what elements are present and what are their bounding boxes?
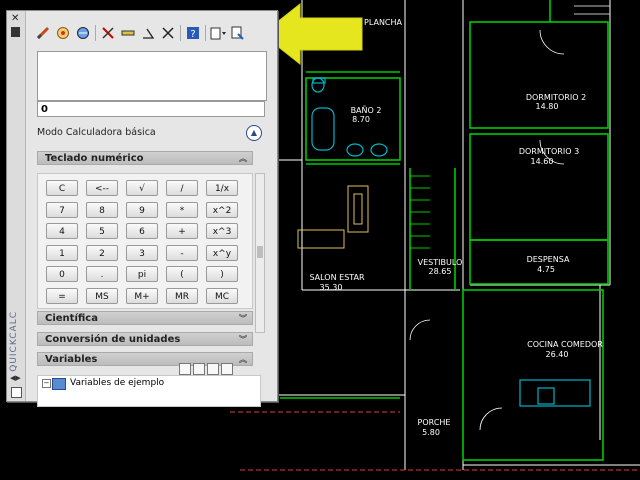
key-button[interactable]: + xyxy=(166,223,198,239)
palette-title-strip[interactable]: ✕ QUICKCALC ◀▶ xyxy=(7,11,26,401)
key-button[interactable]: * xyxy=(166,201,198,218)
key-button[interactable]: 2 xyxy=(86,244,118,261)
scrollbar-thumb[interactable] xyxy=(257,246,263,258)
help-icon[interactable]: ? xyxy=(185,25,201,41)
key-button[interactable]: . xyxy=(86,266,118,282)
new-variable-icon[interactable] xyxy=(179,363,191,375)
key-button[interactable]: ) xyxy=(206,266,238,282)
edit-variable-icon[interactable] xyxy=(193,363,205,375)
key-button[interactable]: MR xyxy=(166,287,198,304)
key-button[interactable]: 0 xyxy=(46,266,78,282)
chevron-up-icon: ︽ xyxy=(239,154,247,163)
section-units-label: Conversión de unidades xyxy=(45,334,181,345)
mode-label: Modo Calculadora básica xyxy=(37,127,156,138)
room-bano2-area: 8.70 xyxy=(352,115,370,124)
key-button[interactable]: MS xyxy=(86,287,118,304)
svg-text:?: ? xyxy=(190,29,195,40)
delete-variable-icon[interactable] xyxy=(207,363,219,375)
get-coordinates-icon[interactable] xyxy=(75,25,91,41)
key-button[interactable]: - xyxy=(166,244,198,261)
key-button[interactable]: x^3 xyxy=(206,223,238,239)
key-button[interactable]: 1 xyxy=(46,244,78,261)
room-cocina-area: 26.40 xyxy=(546,350,569,359)
room-cocina-name: COCINA COMEDOR xyxy=(527,340,603,349)
close-icon[interactable]: ✕ xyxy=(11,13,19,24)
key-button[interactable]: 5 xyxy=(86,223,118,239)
variable-tools xyxy=(179,363,233,375)
clear-icon[interactable] xyxy=(35,25,51,41)
room-vestibulo-area: 28.65 xyxy=(429,267,452,276)
history-area[interactable] xyxy=(37,51,267,101)
scrollbar[interactable] xyxy=(255,173,265,333)
key-button[interactable]: x^2 xyxy=(206,201,238,218)
section-variables-label: Variables xyxy=(45,354,98,365)
paste-to-commandline-icon[interactable] xyxy=(230,25,246,41)
chevron-up-icon: ︽ xyxy=(239,355,247,364)
room-vestibulo-name: VESTIBULO xyxy=(418,258,463,267)
toolbar-separator xyxy=(95,25,96,41)
quickcalc-palette[interactable]: ✕ QUICKCALC ◀▶ ? 0 Modo Calculadora bási… xyxy=(6,10,278,407)
room-bano2-name: BAÑO 2 xyxy=(351,105,382,115)
room-despensa-area: 4.75 xyxy=(537,265,555,274)
palette-title: QUICKCALC xyxy=(9,311,19,372)
section-scientific-label: Científica xyxy=(45,313,98,324)
collapse-arrows-icon[interactable]: ◀▶ xyxy=(10,374,21,382)
section-unit-conversion[interactable]: Conversión de unidades ︾ xyxy=(37,332,253,346)
room-dormitorio3-area: 14.60 xyxy=(531,157,554,166)
room-salon-name: SALON ESTAR xyxy=(309,273,365,282)
calculator-icon[interactable] xyxy=(221,363,233,375)
key-button[interactable]: 6 xyxy=(126,223,158,239)
variables-tree[interactable]: − Variables de ejemplo xyxy=(37,375,261,407)
key-button[interactable]: = xyxy=(46,287,78,304)
key-button[interactable]: 8 xyxy=(86,201,118,218)
key-button[interactable]: 7 xyxy=(46,201,78,218)
expand-icon[interactable]: − xyxy=(42,379,51,388)
key-button[interactable]: 9 xyxy=(126,201,158,218)
folder-icon xyxy=(52,378,66,390)
toolbar-separator xyxy=(205,25,206,41)
room-plancha-name: PLANCHA xyxy=(364,18,403,27)
distance-icon[interactable] xyxy=(100,25,116,41)
line-intersection-icon[interactable] xyxy=(120,25,136,41)
chevron-down-icon: ︾ xyxy=(239,335,247,344)
room-porche-area: 5.80 xyxy=(422,428,440,437)
palette-menu-icon[interactable] xyxy=(11,27,20,37)
key-button[interactable]: <-- xyxy=(86,180,118,196)
key-button[interactable]: C xyxy=(46,180,78,196)
room-labels: PLANCHA DORMITORIO 2 14.80 BAÑO 2 8.70 D… xyxy=(309,18,603,437)
room-despensa-name: DESPENSA xyxy=(527,255,570,264)
key-button[interactable]: pi xyxy=(126,266,158,282)
variables-tree-item[interactable]: Variables de ejemplo xyxy=(70,378,164,388)
key-button[interactable]: ( xyxy=(166,266,198,282)
section-numeric-label: Teclado numérico xyxy=(45,153,144,164)
key-button[interactable]: 1/x xyxy=(206,180,238,196)
key-button[interactable]: / xyxy=(166,180,198,196)
numeric-keypad: C <-- √ / 1/x 7 8 9 * x^2 4 5 6 + x^3 1 2 3- x^y 0. pi () = MS M… xyxy=(37,173,253,309)
key-button[interactable]: √ xyxy=(126,180,158,196)
key-button[interactable]: M+ xyxy=(126,287,158,304)
room-dormitorio3-name: DORMITORIO 3 xyxy=(519,147,579,156)
intersect-icon[interactable] xyxy=(160,25,176,41)
chevron-down-icon: ︾ xyxy=(239,314,247,323)
key-button[interactable]: 3 xyxy=(126,244,158,261)
room-porche-name: PORCHE xyxy=(418,418,451,427)
key-button[interactable]: x^y xyxy=(206,244,238,261)
room-dormitorio2-name: DORMITORIO 2 xyxy=(526,93,586,102)
properties-icon[interactable] xyxy=(11,387,22,398)
key-button[interactable]: MC xyxy=(206,287,238,304)
paste-icon[interactable] xyxy=(210,25,226,41)
key-button[interactable]: 4 xyxy=(46,223,78,239)
room-salon-area: 35.30 xyxy=(320,283,343,292)
collapse-toggle-icon[interactable]: ▲ xyxy=(246,125,262,141)
section-scientific[interactable]: Científica ︾ xyxy=(37,311,253,325)
quickcalc-toolbar: ? xyxy=(35,23,267,43)
angle-icon[interactable] xyxy=(140,25,156,41)
history-icon[interactable] xyxy=(55,25,71,41)
toolbar-separator xyxy=(180,25,181,41)
room-dormitorio2-area: 14.80 xyxy=(536,102,559,111)
section-numeric-keypad[interactable]: Teclado numérico ︽ xyxy=(37,151,253,165)
input-box[interactable]: 0 xyxy=(37,101,265,117)
